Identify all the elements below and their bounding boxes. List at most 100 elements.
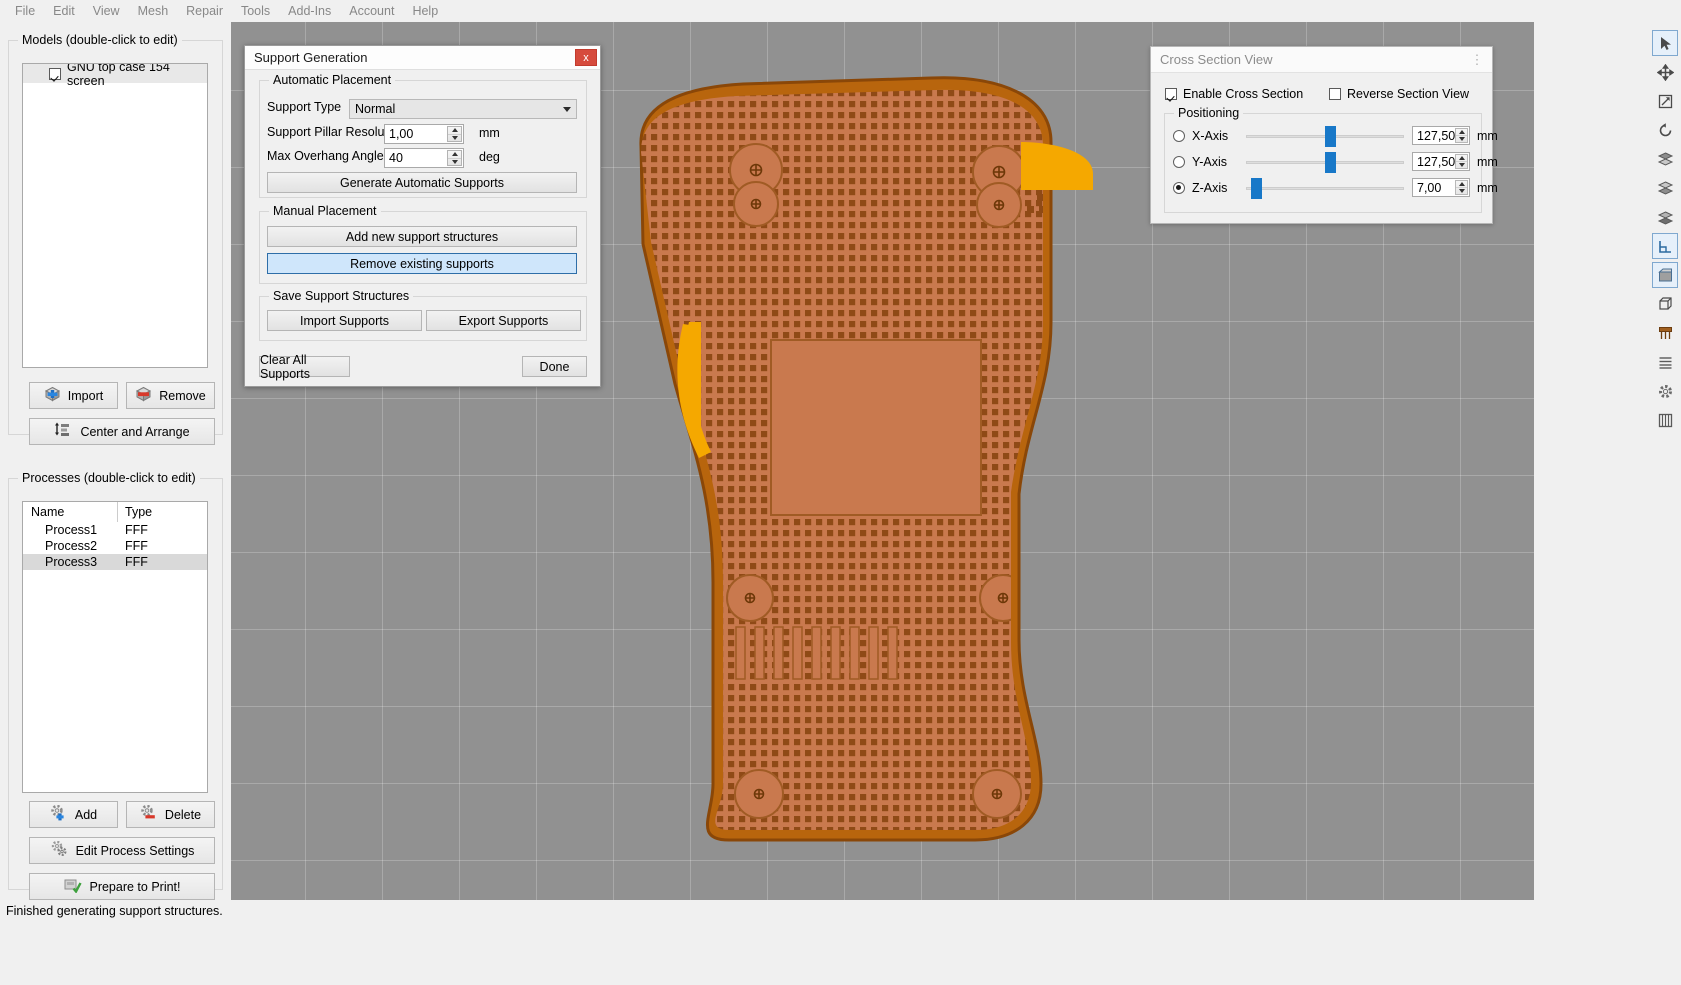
- model-visibility-checkbox[interactable]: [49, 67, 61, 80]
- reverse-section-view-checkbox[interactable]: [1329, 88, 1341, 100]
- center-and-arrange-button[interactable]: Center and Arrange: [29, 418, 215, 445]
- prepare-to-print-button[interactable]: Prepare to Print!: [29, 873, 215, 900]
- x-axis-slider[interactable]: [1246, 125, 1404, 147]
- table-row[interactable]: Process2 FFF: [23, 538, 207, 554]
- y-axis-slider-thumb[interactable]: [1325, 151, 1336, 173]
- stepper-up-icon[interactable]: [1456, 129, 1467, 136]
- settings-gear-icon[interactable]: [1652, 378, 1678, 404]
- stepper-down-icon[interactable]: [1456, 162, 1467, 168]
- menu-item-addins[interactable]: Add-Ins: [279, 1, 340, 21]
- x-axis-stepper[interactable]: [1455, 128, 1468, 143]
- pillar-resolution-input[interactable]: [384, 124, 464, 144]
- slice-preview-icon[interactable]: [1652, 349, 1678, 375]
- table-row[interactable]: Process1 FFF: [23, 522, 207, 538]
- move-icon[interactable]: [1652, 59, 1678, 85]
- import-supports-button[interactable]: Import Supports: [267, 310, 422, 331]
- menu-item-mesh[interactable]: Mesh: [129, 1, 178, 21]
- enable-cross-section-checkbox[interactable]: [1165, 88, 1177, 100]
- menu-item-file[interactable]: File: [6, 1, 44, 21]
- wireframe-cube-icon[interactable]: [1652, 291, 1678, 317]
- stepper-up-icon[interactable]: [1456, 181, 1467, 188]
- y-axis-unit: mm: [1477, 154, 1498, 169]
- export-supports-button[interactable]: Export Supports: [426, 310, 581, 331]
- menu-item-account[interactable]: Account: [340, 1, 403, 21]
- panel-titlebar[interactable]: Cross Section View ⋮: [1151, 47, 1492, 73]
- z-axis-radio[interactable]: [1173, 181, 1185, 194]
- import-model-button[interactable]: Import: [29, 382, 118, 409]
- y-axis-stepper[interactable]: [1455, 154, 1468, 169]
- stepper-down-icon[interactable]: [1456, 188, 1467, 194]
- stack-top-icon[interactable]: [1652, 146, 1678, 172]
- list-item[interactable]: GNU top case 154 screen: [23, 64, 207, 88]
- pillar-resolution-stepper[interactable]: [447, 126, 462, 142]
- z-axis-value-input[interactable]: [1412, 178, 1470, 197]
- add-process-button[interactable]: Add: [29, 801, 118, 828]
- menu-item-edit[interactable]: Edit: [44, 1, 84, 21]
- x-axis-value-input[interactable]: [1412, 126, 1470, 145]
- support-structure-icon[interactable]: [1652, 320, 1678, 346]
- processes-list[interactable]: Name Type Process1 FFF Process2 FFF Proc…: [22, 501, 208, 793]
- done-button[interactable]: Done: [522, 356, 587, 377]
- dialog-titlebar[interactable]: Support Generation x: [245, 46, 600, 70]
- right-toolstrip: [1534, 22, 1681, 900]
- reverse-section-view-row[interactable]: Reverse Section View: [1329, 87, 1469, 101]
- max-overhang-input[interactable]: [384, 148, 464, 168]
- positioning-title: Positioning: [1174, 106, 1244, 120]
- machine-icon[interactable]: [1652, 407, 1678, 433]
- stepper-up-icon[interactable]: [448, 151, 461, 159]
- cross-section-view-panel[interactable]: Cross Section View ⋮ Enable Cross Sectio…: [1150, 46, 1498, 224]
- remove-model-button[interactable]: Remove: [126, 382, 215, 409]
- menu-item-help[interactable]: Help: [403, 1, 447, 21]
- z-axis-slider[interactable]: [1246, 177, 1404, 199]
- edit-process-settings-button[interactable]: Edit Process Settings: [29, 837, 215, 864]
- remove-existing-supports-button[interactable]: Remove existing supports: [267, 253, 577, 274]
- support-type-select[interactable]: Normal: [349, 99, 577, 119]
- scale-icon[interactable]: [1652, 88, 1678, 114]
- stack-bottom-icon[interactable]: [1652, 204, 1678, 230]
- stack-mid-icon[interactable]: [1652, 175, 1678, 201]
- enable-cross-section-row[interactable]: Enable Cross Section: [1165, 87, 1303, 101]
- menu-item-tools[interactable]: Tools: [232, 1, 279, 21]
- z-axis-slider-thumb[interactable]: [1250, 177, 1262, 199]
- delete-process-button[interactable]: Delete: [126, 801, 215, 828]
- y-axis-value-input[interactable]: [1412, 152, 1470, 171]
- menu-item-repair[interactable]: Repair: [177, 1, 232, 21]
- max-overhang-row: Max Overhang Angle: [267, 149, 384, 163]
- add-new-support-structures-button[interactable]: Add new support structures: [267, 226, 577, 247]
- max-overhang-stepper[interactable]: [447, 150, 462, 166]
- chevron-down-icon[interactable]: [557, 100, 576, 118]
- remove-model-label: Remove: [159, 388, 206, 403]
- table-row[interactable]: Process3 FFF: [23, 554, 207, 570]
- clear-all-supports-button[interactable]: Clear All Supports: [259, 353, 350, 381]
- rotate-icon[interactable]: [1652, 117, 1678, 143]
- processes-group-title: Processes (double-click to edit): [18, 471, 200, 485]
- stepper-down-icon[interactable]: [448, 135, 461, 142]
- menu-item-view[interactable]: View: [84, 1, 129, 21]
- y-axis-radio[interactable]: [1173, 155, 1185, 168]
- close-icon[interactable]: x: [575, 49, 597, 66]
- model-name-label: GNU top case 154 screen: [67, 63, 170, 88]
- toolstrip-buttons: [1651, 30, 1679, 433]
- axis-row-z[interactable]: Z-Axis mm: [1173, 177, 1498, 199]
- models-list[interactable]: GNU top case 154 screen: [22, 63, 208, 368]
- support-generation-dialog[interactable]: Support Generation x Automatic Placement…: [244, 45, 601, 387]
- add-process-label: Add: [74, 807, 98, 822]
- stepper-up-icon[interactable]: [1456, 155, 1467, 162]
- section-plane-icon[interactable]: [1652, 262, 1678, 288]
- cursor-select-icon[interactable]: [1652, 30, 1678, 56]
- stepper-down-icon[interactable]: [1456, 136, 1467, 142]
- x-axis-radio[interactable]: [1173, 129, 1185, 142]
- process-type: FFF: [125, 555, 148, 569]
- panel-menu-icon[interactable]: ⋮: [1468, 52, 1486, 68]
- stepper-up-icon[interactable]: [448, 127, 461, 135]
- x-axis-slider-thumb[interactable]: [1325, 125, 1336, 147]
- y-axis-slider[interactable]: [1246, 151, 1404, 173]
- generate-automatic-supports-button[interactable]: Generate Automatic Supports: [267, 172, 577, 193]
- max-overhang-label: Max Overhang Angle: [267, 149, 384, 163]
- z-axis-stepper[interactable]: [1455, 180, 1468, 195]
- axis-row-y[interactable]: Y-Axis mm: [1173, 151, 1498, 173]
- cross-section-icon[interactable]: [1652, 233, 1678, 259]
- gear-plus-icon: [50, 804, 68, 824]
- stepper-down-icon[interactable]: [448, 159, 461, 166]
- axis-row-x[interactable]: X-Axis mm: [1173, 125, 1498, 147]
